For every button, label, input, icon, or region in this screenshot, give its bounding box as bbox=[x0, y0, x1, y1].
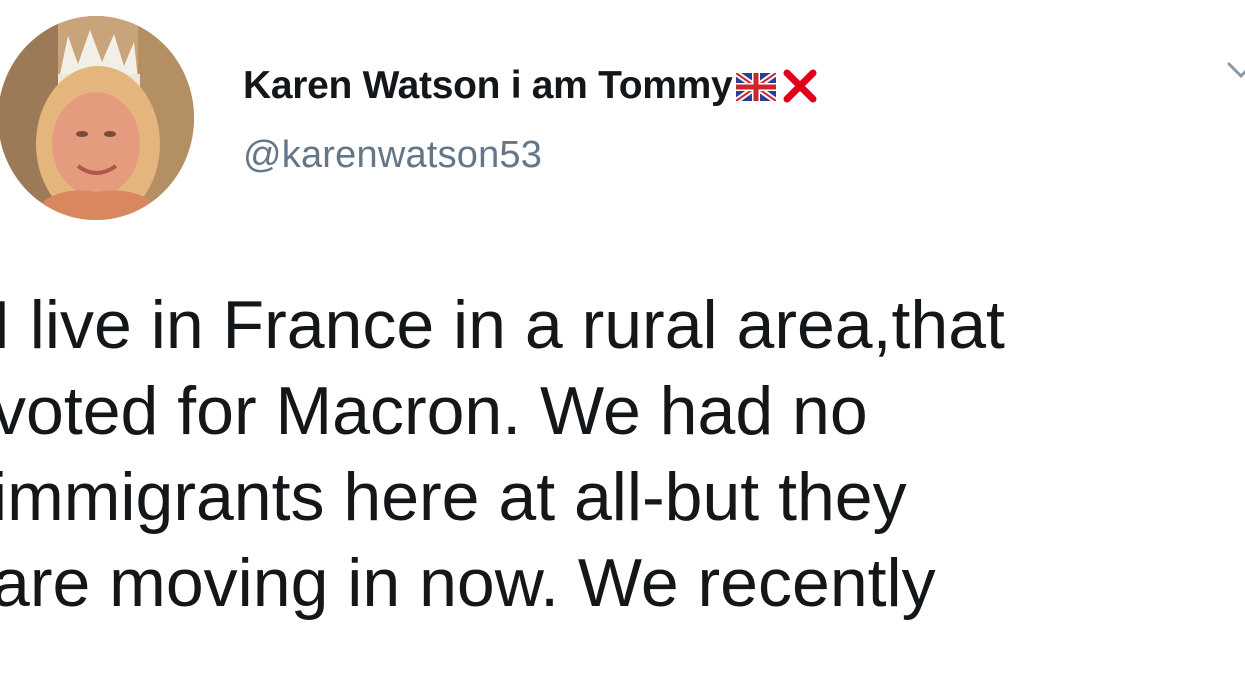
tweet-text-line: immigrants here at all-but they bbox=[0, 459, 907, 535]
avatar-photo bbox=[0, 16, 194, 220]
uk-flag-icon bbox=[736, 73, 777, 101]
chevron-down-icon[interactable] bbox=[1225, 56, 1245, 86]
tweet-text-line: I live in France in a rural area,that bbox=[0, 287, 1005, 363]
tweet-text-line: are moving in now. We recently bbox=[0, 545, 936, 621]
display-name-row: Karen Watson i am Tommy bbox=[243, 60, 818, 112]
user-handle[interactable]: @karenwatson53 bbox=[243, 134, 542, 177]
avatar[interactable] bbox=[0, 16, 194, 220]
tweet: Karen Watson i am Tommy @karenwatson53 I… bbox=[0, 0, 1245, 700]
tweet-text-line: voted for Macron. We had no bbox=[0, 373, 868, 449]
red-cross-icon bbox=[783, 69, 817, 103]
display-name[interactable]: Karen Watson i am Tommy bbox=[243, 64, 733, 108]
tweet-text: I live in France in a rural area,that vo… bbox=[0, 282, 1232, 626]
